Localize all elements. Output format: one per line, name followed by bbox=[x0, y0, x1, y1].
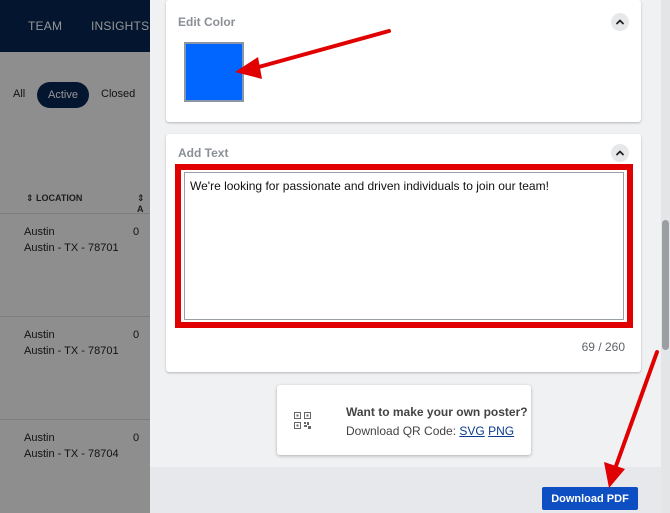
edit-color-panel: Edit Color bbox=[166, 0, 641, 122]
modal-backdrop[interactable] bbox=[0, 0, 150, 513]
drawer-footer: Download PDF bbox=[150, 467, 670, 513]
download-pdf-button[interactable]: Download PDF bbox=[542, 487, 638, 510]
download-png-link[interactable]: PNG bbox=[488, 424, 514, 438]
download-svg-link[interactable]: SVG bbox=[459, 424, 484, 438]
qr-download-row: Download QR Code: SVG PNG bbox=[346, 424, 514, 438]
qr-code-icon bbox=[294, 412, 311, 429]
qr-promo-title: Want to make your own poster? bbox=[346, 405, 528, 419]
edit-color-title: Edit Color bbox=[178, 15, 236, 29]
color-swatch[interactable] bbox=[184, 42, 244, 102]
chevron-up-icon bbox=[616, 150, 624, 156]
collapse-add-text-button[interactable] bbox=[611, 144, 629, 162]
poster-editor-drawer: Edit Color Add Text We're looking for pa… bbox=[150, 0, 670, 513]
add-text-title: Add Text bbox=[178, 146, 229, 160]
qr-promo-card: Want to make your own poster? Download Q… bbox=[277, 385, 531, 455]
poster-text-input[interactable]: We're looking for passionate and driven … bbox=[184, 172, 624, 320]
chevron-up-icon bbox=[616, 19, 624, 25]
collapse-edit-color-button[interactable] bbox=[611, 13, 629, 31]
qr-download-label: Download QR Code: bbox=[346, 424, 457, 438]
add-text-panel: Add Text We're looking for passionate an… bbox=[166, 134, 641, 372]
scrollbar-thumb[interactable] bbox=[662, 220, 669, 350]
character-counter: 69 / 260 bbox=[581, 340, 625, 354]
drawer-scrollbar[interactable] bbox=[661, 0, 670, 513]
